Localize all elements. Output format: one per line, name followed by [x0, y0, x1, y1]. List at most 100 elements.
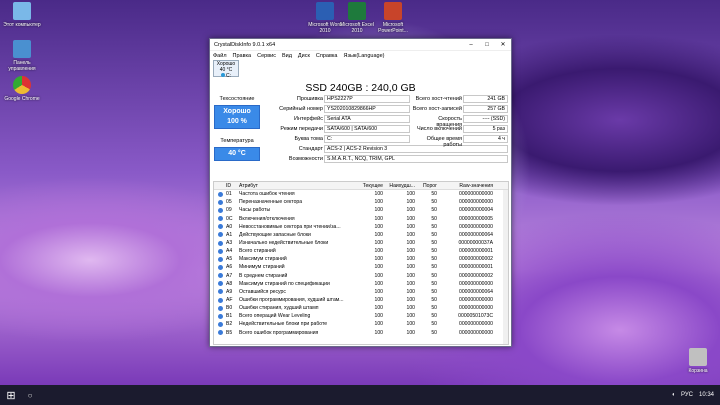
col-attribute[interactable]: Атрибут	[239, 183, 357, 189]
clock[interactable]: 10:34	[699, 392, 714, 398]
desktop-icon-recycle-bin[interactable]: Корзина	[676, 348, 720, 374]
status-dot-icon	[214, 297, 226, 303]
row-worst: 100	[406, 313, 416, 320]
row-attribute: Ошибки стирания, худший штамп	[239, 305, 319, 312]
status-dot-icon	[214, 216, 226, 222]
maximize-button[interactable]: □	[479, 42, 495, 48]
language-indicator[interactable]: РУС	[681, 392, 693, 398]
desktop-icon-control-panel[interactable]: Панель управления	[0, 40, 44, 72]
row-worst: 100	[406, 264, 416, 271]
desktop-icon-this-pc[interactable]: Этот компьютер	[0, 2, 44, 28]
table-row[interactable]: A6 Минимум стираний 100 100 50 000000000001	[214, 263, 508, 271]
table-row[interactable]: 05 Переназначенные сектора 100 100 50 0000000…	[214, 198, 508, 206]
table-row[interactable]: A5 Максимум стираний 100 100 50 000000000002	[214, 255, 508, 263]
row-current: 100	[374, 240, 384, 247]
table-row[interactable]: A9 Оставшийся ресурс 100 100 50 000000000064	[214, 288, 508, 296]
row-attribute: Ошибки программирования, худший штам...	[239, 297, 344, 304]
row-raw: 000000000005	[459, 215, 493, 222]
volume-icon[interactable]: ◖	[671, 392, 675, 398]
transfer-value: SATA/600 | SATA/600	[324, 125, 410, 133]
row-worst: 100	[406, 305, 416, 312]
row-worst: 100	[406, 240, 416, 247]
writes-value: 257 GB	[463, 105, 508, 113]
row-threshold: 50	[431, 248, 437, 255]
row-worst: 100	[406, 199, 416, 206]
table-row[interactable]: A3 Изначально недействительные блоки 100 10…	[214, 239, 508, 247]
table-row[interactable]: A0 Невосстановимые сектора при чтении/за.…	[214, 223, 508, 231]
menu-file[interactable]: Файл	[213, 53, 227, 59]
table-row[interactable]: B5 Всего ошибок программирования 100 100 50 0…	[214, 329, 508, 337]
col-threshold[interactable]: Порог	[415, 183, 437, 189]
menu-view[interactable]: Вид	[282, 53, 292, 59]
minimize-button[interactable]: –	[463, 42, 479, 48]
row-worst: 100	[406, 329, 416, 336]
row-threshold: 50	[431, 280, 437, 287]
row-worst: 100	[406, 297, 416, 304]
serial-label: Серийный номер	[279, 106, 323, 112]
table-row[interactable]: A8 Максимум стираний по спецификации 100 10…	[214, 280, 508, 288]
close-button[interactable]: ✕	[495, 41, 511, 48]
smart-table[interactable]: ID Атрибут Текущее Наихудш... Порог Raw-…	[213, 181, 509, 345]
col-worst[interactable]: Наихудш...	[383, 183, 415, 189]
disk-tab-letter: C:	[226, 73, 231, 79]
word-icon	[316, 2, 334, 20]
search-icon[interactable]: ○	[22, 391, 38, 400]
table-row[interactable]: 0C Включения/отключения 100 100 50 0000000000…	[214, 215, 508, 223]
table-row[interactable]: A4 Всего стираний 100 100 50 000000000001	[214, 247, 508, 255]
chrome-icon	[13, 76, 31, 94]
row-current: 100	[374, 297, 384, 304]
desktop-icon-powerpoint[interactable]: Microsoft PowerPoint...	[371, 2, 415, 34]
row-current: 100	[374, 223, 384, 230]
row-threshold: 50	[431, 223, 437, 230]
row-threshold: 50	[431, 231, 437, 238]
disk-tab[interactable]: Хорошо 40 °C C:	[213, 60, 239, 79]
status-dot-icon	[214, 224, 226, 230]
table-row[interactable]: 01 Частота ошибок чтения 100 100 50 000000000…	[214, 190, 508, 198]
row-current: 100	[374, 191, 384, 198]
health-status-badge[interactable]: Хорошо 100 %	[214, 105, 260, 129]
row-threshold: 50	[431, 191, 437, 198]
row-worst: 100	[406, 248, 416, 255]
col-raw[interactable]: Raw-значения	[437, 183, 497, 189]
row-current: 100	[374, 256, 384, 263]
table-scrollbar[interactable]	[503, 190, 508, 344]
menu-edit[interactable]: Правка	[233, 53, 252, 59]
col-current[interactable]: Текущее	[357, 183, 383, 189]
menu-disk[interactable]: Диск	[298, 53, 310, 59]
row-attribute: Оставшийся ресурс	[239, 288, 286, 295]
row-raw: 000000000001	[459, 248, 493, 255]
menu-help[interactable]: Справка	[316, 53, 338, 59]
row-current: 100	[374, 231, 384, 238]
row-raw: 00000000037A	[458, 240, 493, 247]
title-bar[interactable]: CrystalDiskInfo 9.0.1 x64 – □ ✕	[210, 39, 511, 51]
row-id: A5	[226, 256, 233, 263]
temperature-badge[interactable]: 40 °C	[214, 147, 260, 161]
col-id[interactable]: ID	[226, 183, 239, 189]
row-current: 100	[374, 199, 384, 206]
table-row[interactable]: B1 Всего операций Wear Leveling 100 100 50 00…	[214, 312, 508, 320]
row-threshold: 50	[431, 288, 437, 295]
table-row[interactable]: B2 Недействительные блоки при работе 100 10…	[214, 320, 508, 328]
row-attribute: Всего ошибок программирования	[239, 329, 319, 336]
table-row[interactable]: B0 Ошибки стирания, худший штамп 100 100 50 0…	[214, 304, 508, 312]
table-row[interactable]: 09 Часы работы 100 100 50 000000000004	[214, 206, 508, 214]
row-worst: 100	[406, 223, 416, 230]
row-threshold: 50	[431, 264, 437, 271]
row-worst: 100	[406, 207, 416, 214]
desktop-icon-label: Microsoft PowerPoint...	[378, 22, 408, 34]
reads-value: 241 GB	[463, 95, 508, 103]
menu-service[interactable]: Сервис	[257, 53, 276, 59]
row-attribute: Часы работы	[239, 207, 271, 214]
desktop-icon-label: Google Chrome	[4, 96, 40, 102]
row-id: A1	[226, 231, 233, 238]
crystaldiskinfo-window: CrystalDiskInfo 9.0.1 x64 – □ ✕ Файл Пра…	[209, 38, 512, 347]
start-button[interactable]: ⊞	[0, 385, 22, 405]
table-row[interactable]: A7 В среднем стираний 100 100 50 000000000002	[214, 272, 508, 280]
menu-language[interactable]: Язык(Language)	[343, 53, 384, 59]
row-raw: 00000501073C	[458, 313, 493, 320]
row-id: A4	[226, 248, 233, 255]
table-row[interactable]: AF Ошибки программирования, худший штам..…	[214, 296, 508, 304]
row-id: 09	[226, 207, 232, 214]
table-row[interactable]: A1 Действующие запасные блоки 100 100 50 0000…	[214, 231, 508, 239]
desktop-icon-chrome[interactable]: Google Chrome	[0, 76, 44, 102]
